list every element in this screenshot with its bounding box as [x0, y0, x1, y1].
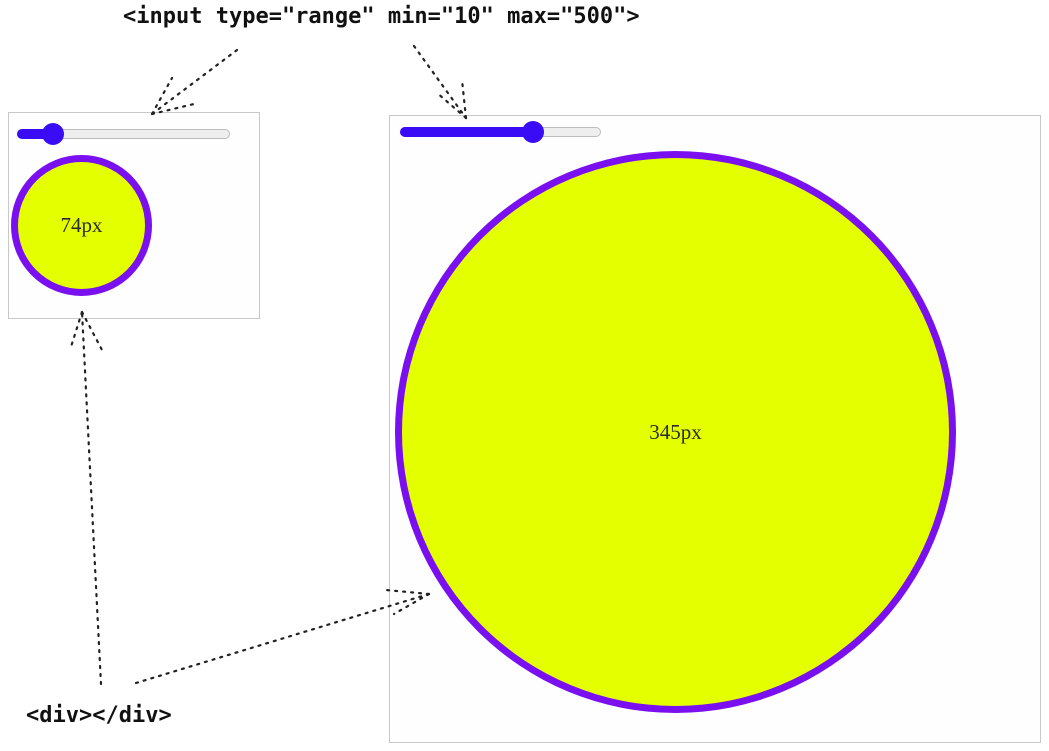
circle-div-large: 345px: [395, 151, 956, 713]
arrow-div-to-large-circle: [134, 588, 431, 685]
range-slider-small[interactable]: [17, 123, 230, 145]
demo-panel-large: 345px: [389, 115, 1041, 743]
input-range-code-label: <input type="range" min="10" max="500">: [123, 4, 640, 29]
arrow-input-to-large-slider: [412, 44, 468, 120]
slider-thumb[interactable]: [41, 123, 64, 145]
slider-thumb[interactable]: [522, 121, 545, 143]
demo-panel-small: 74px: [8, 112, 260, 319]
circle-div-small: 74px: [11, 155, 152, 296]
circle-size-label: 74px: [60, 213, 103, 237]
arrow-div-to-small-circle: [68, 310, 104, 686]
circle-size-label: 345px: [649, 419, 702, 444]
range-slider-large[interactable]: [400, 121, 601, 143]
div-code-label: <div></div>: [26, 703, 172, 728]
slider-fill: [400, 127, 534, 137]
arrow-input-to-small-slider: [150, 48, 239, 116]
